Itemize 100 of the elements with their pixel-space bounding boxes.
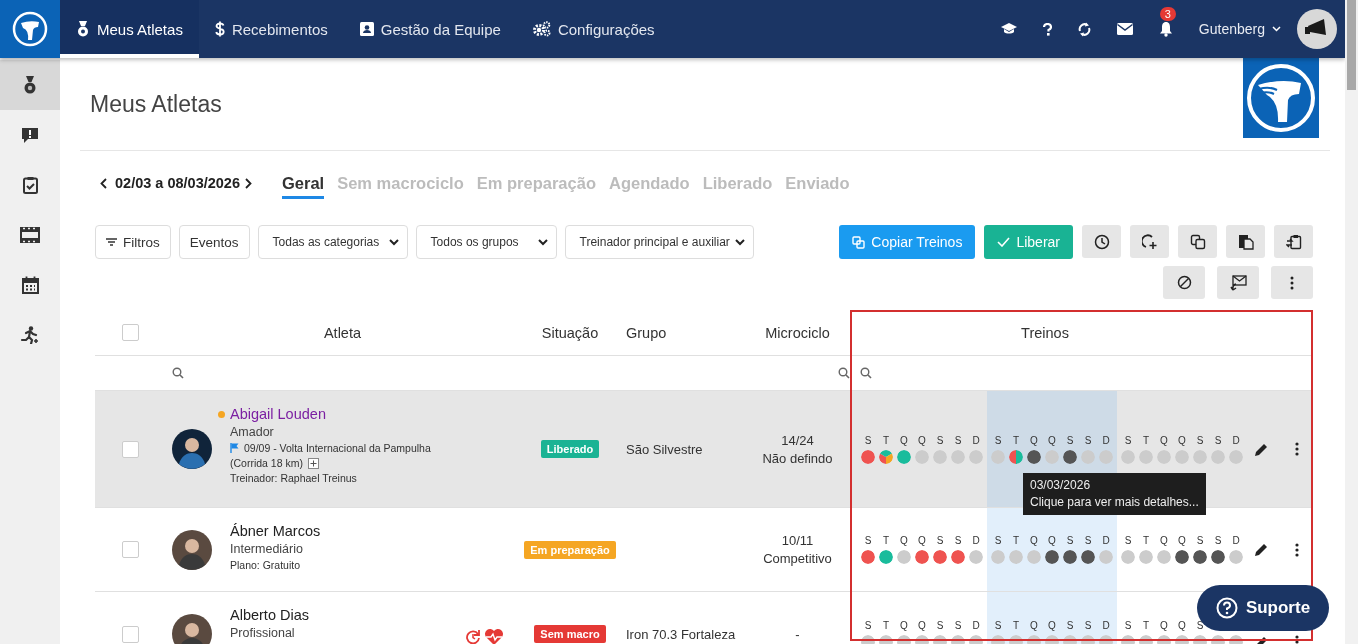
workout-dot[interactable] — [879, 550, 893, 564]
workout-dot[interactable] — [991, 550, 1005, 564]
workout-dot[interactable] — [1121, 449, 1135, 464]
workout-dot[interactable] — [1099, 449, 1113, 464]
user-menu[interactable]: Gutenberg — [1198, 21, 1281, 37]
events-button[interactable]: Eventos — [178, 225, 250, 259]
more-options-icon[interactable] — [1295, 542, 1299, 557]
workout-dot[interactable] — [1175, 449, 1189, 464]
workout-dot[interactable] — [861, 550, 875, 564]
bell-icon[interactable] — [1158, 21, 1173, 37]
copy-icon — [852, 235, 866, 249]
workout-dot[interactable] — [1211, 449, 1225, 464]
workout-dot[interactable] — [1009, 550, 1023, 564]
workout-dot[interactable] — [1229, 449, 1243, 464]
workout-dot[interactable] — [1045, 449, 1059, 464]
copy-icon[interactable] — [1178, 225, 1217, 258]
athlete-name[interactable]: Ábner Marcos — [230, 523, 321, 539]
medal-icon[interactable] — [0, 60, 60, 110]
workout-dot[interactable] — [897, 449, 911, 464]
tooltip-text: Clique para ver mais detalhes... — [1030, 495, 1199, 510]
select-dropdown[interactable]: Treinador principal e auxiliar — [564, 225, 754, 259]
workout-dot[interactable] — [1157, 449, 1171, 464]
workout-dot[interactable] — [1027, 449, 1041, 464]
athlete-name[interactable]: Abigail Louden — [230, 406, 326, 422]
athlete-category: Amador — [230, 425, 275, 439]
microcycle-text: Não defindo — [762, 450, 833, 466]
select-all-checkbox[interactable] — [121, 324, 139, 341]
status-badge: Sem macro — [534, 625, 606, 643]
workout-dot[interactable] — [1121, 550, 1135, 564]
filter-button[interactable]: Filtros — [95, 225, 171, 259]
nav-tab[interactable]: Recebimentos — [198, 0, 344, 58]
more-options-icon[interactable] — [1295, 442, 1299, 456]
search-icon[interactable] — [172, 367, 184, 379]
workout-dot[interactable] — [951, 550, 965, 564]
weekday-label: T — [1012, 535, 1020, 547]
workout-dot[interactable] — [1211, 550, 1225, 564]
search-icon[interactable] — [860, 367, 872, 379]
workout-dot[interactable] — [1081, 550, 1095, 564]
athlete-name[interactable]: Alberto Dias — [230, 607, 309, 623]
row-checkbox[interactable] — [121, 541, 139, 558]
workout-dot[interactable] — [1139, 550, 1153, 564]
sync-icon[interactable] — [1077, 21, 1091, 37]
workout-dot[interactable] — [1139, 449, 1153, 464]
graduation-cap-icon[interactable] — [1000, 23, 1017, 35]
next-week-icon[interactable] — [245, 177, 252, 189]
workout-dot[interactable] — [915, 550, 929, 564]
expand-icon[interactable] — [307, 457, 319, 469]
filter-tab[interactable]: Geral — [282, 173, 325, 199]
workout-dot[interactable] — [1063, 449, 1077, 464]
help-icon[interactable] — [1042, 22, 1052, 36]
weekday-label: S — [1066, 619, 1074, 632]
edit-icon[interactable] — [1254, 542, 1269, 557]
workout-dot[interactable] — [969, 449, 983, 464]
clock-icon[interactable] — [1082, 225, 1121, 258]
clipboard-swap-icon[interactable] — [1274, 225, 1313, 258]
workout-dot[interactable] — [879, 449, 893, 464]
search-icon[interactable] — [838, 367, 850, 379]
workout-dot[interactable] — [861, 449, 875, 464]
app-logo[interactable] — [0, 0, 60, 58]
workout-dot[interactable] — [1193, 550, 1207, 564]
workout-dot[interactable] — [1099, 550, 1113, 564]
workout-dot[interactable] — [1063, 550, 1077, 564]
workout-dot[interactable] — [897, 550, 911, 564]
workout-dot[interactable] — [1009, 449, 1023, 464]
workout-dot[interactable] — [1027, 550, 1041, 564]
scrollbar-thumb[interactable] — [1347, 0, 1356, 90]
workout-dot[interactable] — [1193, 449, 1207, 464]
workout-dot[interactable] — [1175, 550, 1189, 564]
nav-tab[interactable]: Configurações — [516, 0, 671, 58]
nav-tab[interactable]: Meus Atletas — [60, 0, 199, 58]
select-dropdown[interactable]: Todas as categorias — [257, 225, 408, 259]
weekday-label: T — [1012, 619, 1020, 632]
mail-icon[interactable] — [1116, 23, 1133, 35]
workout-dot[interactable] — [969, 550, 983, 564]
workout-dot[interactable] — [915, 449, 929, 464]
chevron-down-icon — [734, 238, 745, 246]
workout-dot[interactable] — [933, 550, 947, 564]
workout-dot[interactable] — [951, 449, 965, 464]
workout-dot[interactable] — [1081, 449, 1095, 464]
select-dropdown[interactable]: Todos os grupos — [415, 225, 557, 259]
workout-dot[interactable] — [1157, 550, 1171, 564]
paste-icon[interactable] — [1226, 225, 1265, 258]
block-icon[interactable] — [1163, 266, 1205, 299]
row-checkbox[interactable] — [121, 440, 139, 458]
nav-tab[interactable]: Gestão da Equipe — [343, 0, 517, 58]
microcycle-text: 14/24 — [781, 432, 814, 448]
group-name: Iron 70.3 Fortaleza — [626, 626, 736, 642]
row-checkbox[interactable] — [121, 625, 139, 643]
workout-dot[interactable] — [1229, 550, 1243, 564]
weekday-label: S — [1084, 434, 1092, 447]
add-cycle-icon[interactable] — [1130, 225, 1169, 258]
mail-send-icon[interactable] — [1217, 266, 1259, 299]
edit-icon[interactable] — [1254, 441, 1269, 457]
status-badge: Em preparação — [524, 540, 616, 559]
workout-dot[interactable] — [933, 449, 947, 464]
user-avatar[interactable] — [1297, 9, 1337, 49]
workout-dot[interactable] — [1045, 550, 1059, 564]
workout-dot[interactable] — [991, 449, 1005, 464]
weekday-label: Q — [1160, 434, 1168, 447]
previous-week-icon[interactable] — [100, 177, 107, 189]
